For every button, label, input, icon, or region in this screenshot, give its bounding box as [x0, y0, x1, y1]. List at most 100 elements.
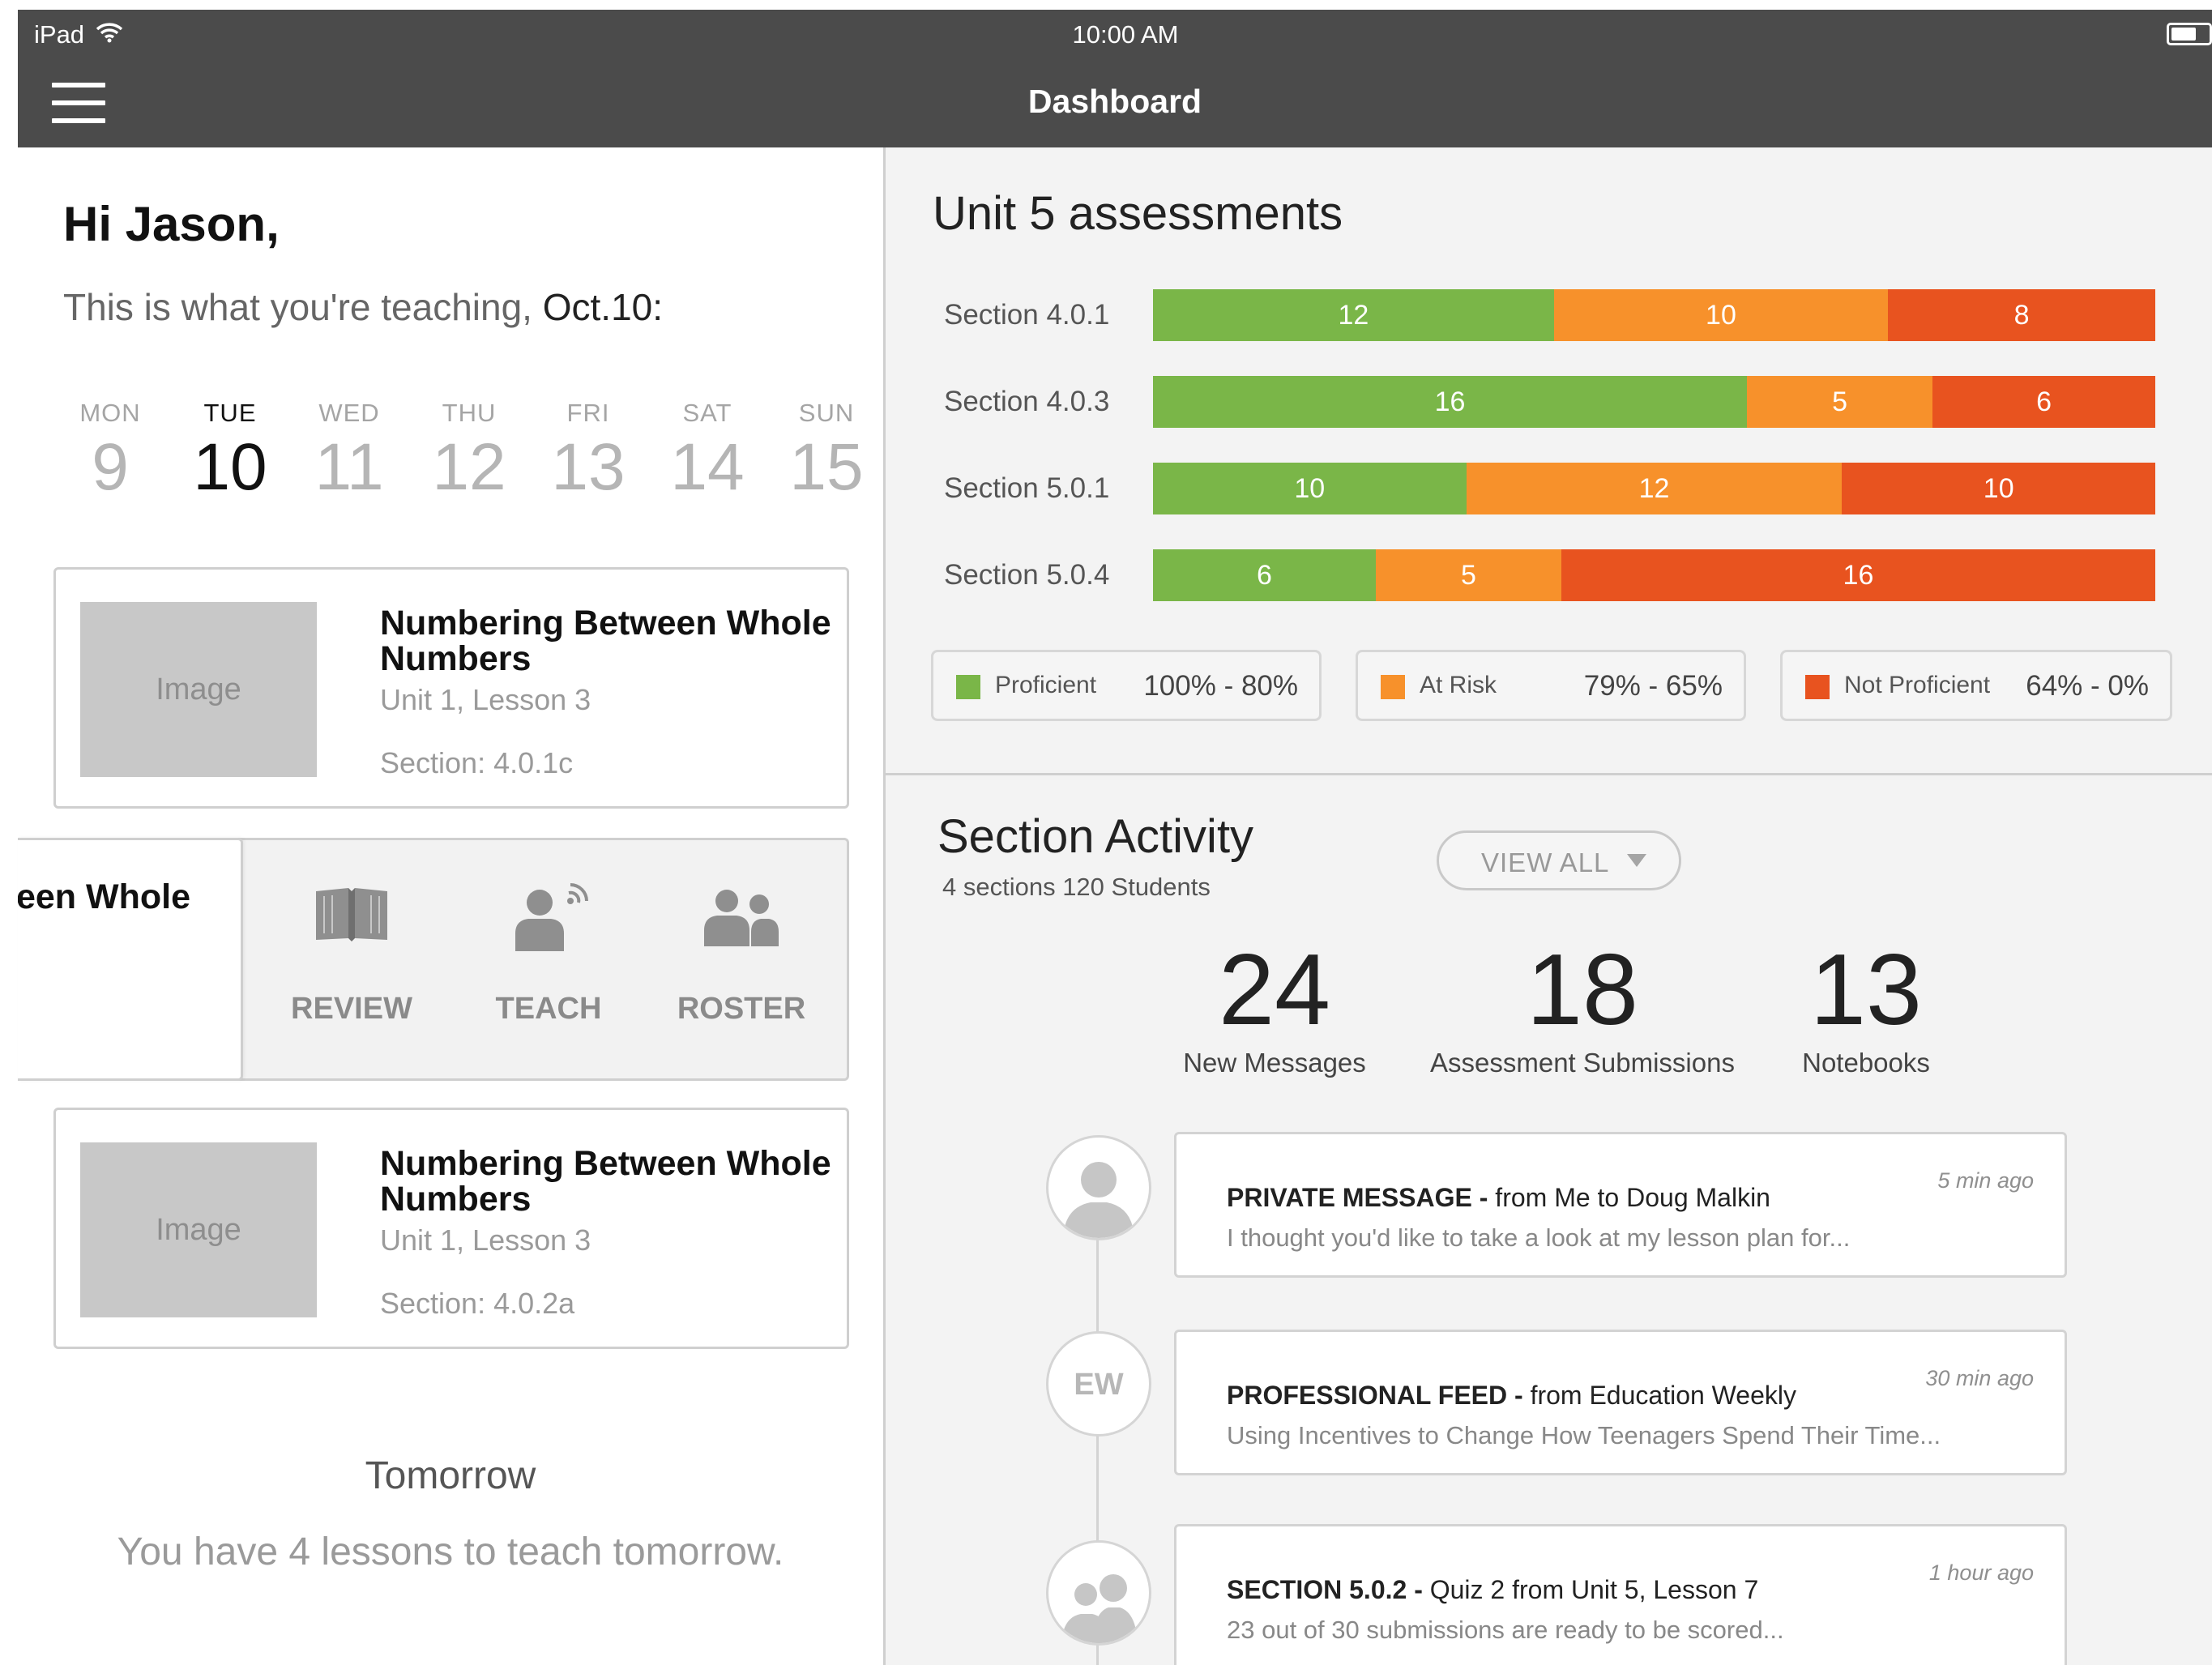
teaching-panel: Hi Jason, This is what you're teaching, …	[18, 147, 883, 1665]
day-thu[interactable]: THU 12	[412, 399, 526, 506]
teach-button[interactable]: TEACH	[468, 838, 630, 1081]
feed-item[interactable]: SECTION 5.0.2 - Quiz 2 from Unit 5, Less…	[1174, 1524, 2067, 1665]
bar-segment: 12	[1153, 289, 1554, 341]
lesson-title: Numbering Between Whole Numbers	[380, 1144, 831, 1219]
feed-snippet: 23 out of 30 submissions are ready to be…	[1227, 1616, 1784, 1644]
day-name: THU	[442, 399, 497, 427]
status-bar: iPad 10:00 AM	[18, 10, 2212, 62]
day-mon[interactable]: MON 9	[53, 399, 167, 506]
day-wed[interactable]: WED 11	[293, 399, 406, 506]
stat-value: 13	[1810, 934, 1922, 1046]
legend-range: 64% - 0%	[2026, 670, 2149, 702]
stat-label: Assessment Submissions	[1430, 1048, 1735, 1078]
greeting: Hi Jason,	[63, 197, 280, 251]
view-all-dropdown[interactable]: VIEW ALL	[1437, 830, 1681, 890]
section-activity-panel: Section Activity 4 sections 120 Students…	[886, 775, 2212, 1665]
stat-label: New Messages	[1183, 1048, 1366, 1078]
chart-row: Section 4.0.1 12 10 8	[944, 289, 2212, 343]
lesson-image: Image	[80, 1142, 317, 1317]
lesson-card[interactable]: Image Numbering Between Whole Numbers Un…	[53, 567, 849, 809]
teacher-broadcast-icon	[515, 883, 588, 951]
legend-at-risk: At Risk 79% - 65%	[1356, 650, 1746, 721]
stat-assessment-submissions[interactable]: 18 Assessment Submissions	[1412, 937, 1753, 1078]
feed-item[interactable]: PRIVATE MESSAGE - from Me to Doug Malkin…	[1174, 1132, 2067, 1278]
bar-segment: 6	[1932, 376, 2155, 428]
chart-category-label: Section 4.0.3	[944, 386, 1110, 417]
view-all-label: VIEW ALL	[1481, 847, 1610, 877]
lesson-section: Section: 4.0.1c	[380, 746, 574, 779]
day-fri[interactable]: FRI 13	[532, 399, 645, 506]
day-sat[interactable]: SAT 14	[651, 399, 764, 506]
lesson-card[interactable]: Image Numbering Between Whole Numbers Un…	[53, 1108, 849, 1349]
day-number: 15	[789, 430, 864, 504]
day-tue[interactable]: TUE 10	[173, 399, 287, 506]
day-number: 11	[314, 430, 384, 504]
stat-value: 18	[1527, 934, 1638, 1046]
feed-from: from Me to Doug Malkin	[1495, 1183, 1770, 1212]
lesson-card-swiped[interactable]: een Whole	[18, 838, 243, 1081]
legend-name: Not Proficient	[1844, 672, 1991, 698]
stacked-bar[interactable]: 10 12 10	[1153, 463, 2155, 514]
lesson-section: Section: 4.0.2a	[380, 1287, 575, 1320]
day-name: MON	[79, 399, 141, 427]
review-button[interactable]: REVIEW	[271, 838, 433, 1081]
legend-not-proficient: Not Proficient 64% - 0%	[1780, 650, 2172, 721]
feed-tag: SECTION 5.0.2 -	[1227, 1575, 1430, 1604]
page-title: Dashboard	[1027, 83, 1202, 120]
day-name: WED	[318, 399, 380, 427]
bar-segment: 10	[1842, 463, 2155, 514]
legend-swatch	[956, 675, 980, 699]
lesson-unit: Unit 1, Lesson 3	[380, 683, 591, 716]
legend-swatch	[1805, 675, 1830, 699]
nav-bar: Dashboard	[18, 62, 2212, 147]
bar-segment: 16	[1561, 549, 2155, 601]
day-sun[interactable]: SUN 15	[770, 399, 883, 506]
chart-category-label: Section 5.0.1	[944, 472, 1110, 504]
chart-row: Section 5.0.4 6 5 16	[944, 549, 2212, 603]
feed-from: Quiz 2 from Unit 5, Lesson 7	[1429, 1575, 1759, 1604]
chevron-down-icon	[1627, 854, 1646, 867]
feed-item[interactable]: PROFESSIONAL FEED - from Education Weekl…	[1174, 1330, 2067, 1475]
day-name: SUN	[798, 399, 855, 427]
tomorrow-heading: Tomorrow	[365, 1454, 536, 1497]
chart-row: Section 5.0.1 10 12 10	[944, 463, 2212, 516]
legend-swatch	[1381, 675, 1405, 699]
roster-label: ROSTER	[677, 992, 806, 1026]
bar-segment: 10	[1153, 463, 1467, 514]
feed-title: PRIVATE MESSAGE - from Me to Doug Malkin	[1227, 1183, 1770, 1213]
bar-segment: 5	[1747, 376, 1933, 428]
feed-time: 1 hour ago	[1928, 1560, 2034, 1585]
lesson-unit: Unit 1, Lesson 3	[380, 1223, 591, 1257]
day-name: FRI	[566, 399, 610, 427]
stat-new-messages[interactable]: 24 New Messages	[1177, 937, 1372, 1078]
stacked-bar[interactable]: 16 5 6	[1153, 376, 2155, 428]
bar-segment: 8	[1888, 289, 2155, 341]
day-number: 13	[551, 430, 626, 504]
lesson-title-partial: een Whole	[18, 877, 190, 916]
stacked-bar[interactable]: 6 5 16	[1153, 549, 2155, 601]
bar-segment: 16	[1153, 376, 1748, 428]
book-icon	[316, 888, 387, 941]
review-label: REVIEW	[291, 992, 412, 1026]
group-icon	[1061, 1574, 1138, 1643]
bar-segment: 12	[1466, 463, 1843, 514]
legend-range: 79% - 65%	[1583, 670, 1723, 702]
legend-proficient: Proficient 100% - 80%	[931, 650, 1322, 721]
week-picker: MON 9 TUE 10 WED 11 THU 12 FRI 13 SAT 14…	[53, 399, 872, 520]
legend-name: At Risk	[1420, 672, 1497, 698]
feed-time: 5 min ago	[1937, 1168, 2034, 1193]
chart-row: Section 4.0.3 16 5 6	[944, 376, 2212, 429]
stat-label: Notebooks	[1802, 1048, 1930, 1078]
tomorrow-message: You have 4 lessons to teach tomorrow.	[117, 1531, 784, 1573]
stacked-bar[interactable]: 12 10 8	[1153, 289, 2155, 341]
feed-snippet: Using Incentives to Change How Teenagers…	[1227, 1421, 1941, 1449]
feed-time: 30 min ago	[1925, 1366, 2034, 1390]
stat-notebooks[interactable]: 13 Notebooks	[1769, 937, 1963, 1078]
teach-label: TEACH	[495, 992, 602, 1026]
feed-title: PROFESSIONAL FEED - from Education Weekl…	[1227, 1381, 1796, 1411]
feed-snippet: I thought you'd like to take a look at m…	[1227, 1223, 1851, 1252]
bar-segment: 10	[1553, 289, 1889, 341]
roster-button[interactable]: ROSTER	[660, 838, 822, 1081]
day-name: TUE	[203, 399, 257, 427]
avatar: EW	[1046, 1331, 1151, 1437]
